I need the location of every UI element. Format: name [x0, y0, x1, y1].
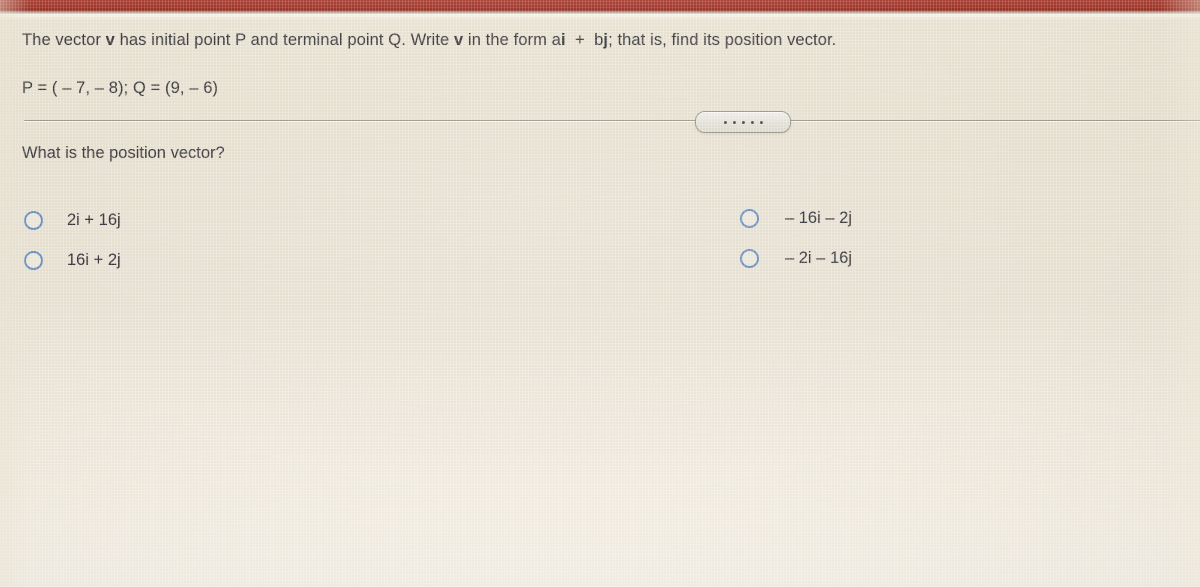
- ellipsis-dot-icon: [759, 120, 763, 124]
- answer-options-left-column: 2i + 16j 16i + 2j: [24, 200, 444, 280]
- statement-text-3: in the form a: [463, 31, 561, 49]
- right-edge-fade: [1160, 0, 1200, 587]
- answer-option-a[interactable]: 2i + 16j: [24, 200, 444, 240]
- statement-text-1: The vector: [22, 31, 106, 49]
- more-options-ellipsis-button[interactable]: [695, 111, 791, 133]
- ellipsis-dot-icon: [750, 120, 754, 124]
- answer-option-c-label: – 16i – 2j: [785, 208, 852, 227]
- ellipsis-dot-icon: [741, 120, 745, 124]
- radio-button-icon[interactable]: [740, 248, 759, 268]
- given-points: P = ( – 7, – 8); Q = (9, – 6): [22, 79, 219, 97]
- radio-button-icon[interactable]: [24, 210, 43, 230]
- answer-option-d-label: – 2i – 16j: [785, 248, 852, 267]
- problem-statement: The vector v has initial point P and ter…: [22, 31, 836, 50]
- answer-options-right-column: – 16i – 2j – 2i – 16j: [740, 198, 1160, 278]
- ellipsis-dot-icon: [723, 120, 727, 124]
- question-prompt: What is the position vector?: [22, 144, 225, 162]
- answer-option-b[interactable]: 16i + 2j: [24, 240, 444, 280]
- answer-option-b-label: 16i + 2j: [67, 250, 121, 269]
- vector-v-symbol-1: v: [105, 31, 115, 49]
- answer-option-c[interactable]: – 16i – 2j: [740, 198, 1160, 238]
- vector-v-symbol-2: v: [453, 31, 464, 49]
- statement-text-2: has initial point P and terminal point Q…: [114, 31, 454, 49]
- top-red-bar: [0, 0, 1200, 11]
- top-bar-highlight: [0, 14, 1200, 20]
- radio-button-icon[interactable]: [24, 250, 43, 270]
- answer-option-a-label: 2i + 16j: [67, 210, 121, 229]
- statement-text-4: ; that is, find its position vector.: [608, 31, 837, 49]
- answer-option-d[interactable]: – 2i – 16j: [740, 238, 1160, 278]
- screenshot-canvas: The vector v has initial point P and ter…: [0, 0, 1200, 587]
- section-divider-highlight: [24, 121, 1200, 122]
- ellipsis-dot-icon: [732, 120, 736, 124]
- statement-text-plus: + b: [565, 31, 604, 49]
- radio-button-icon[interactable]: [740, 208, 759, 228]
